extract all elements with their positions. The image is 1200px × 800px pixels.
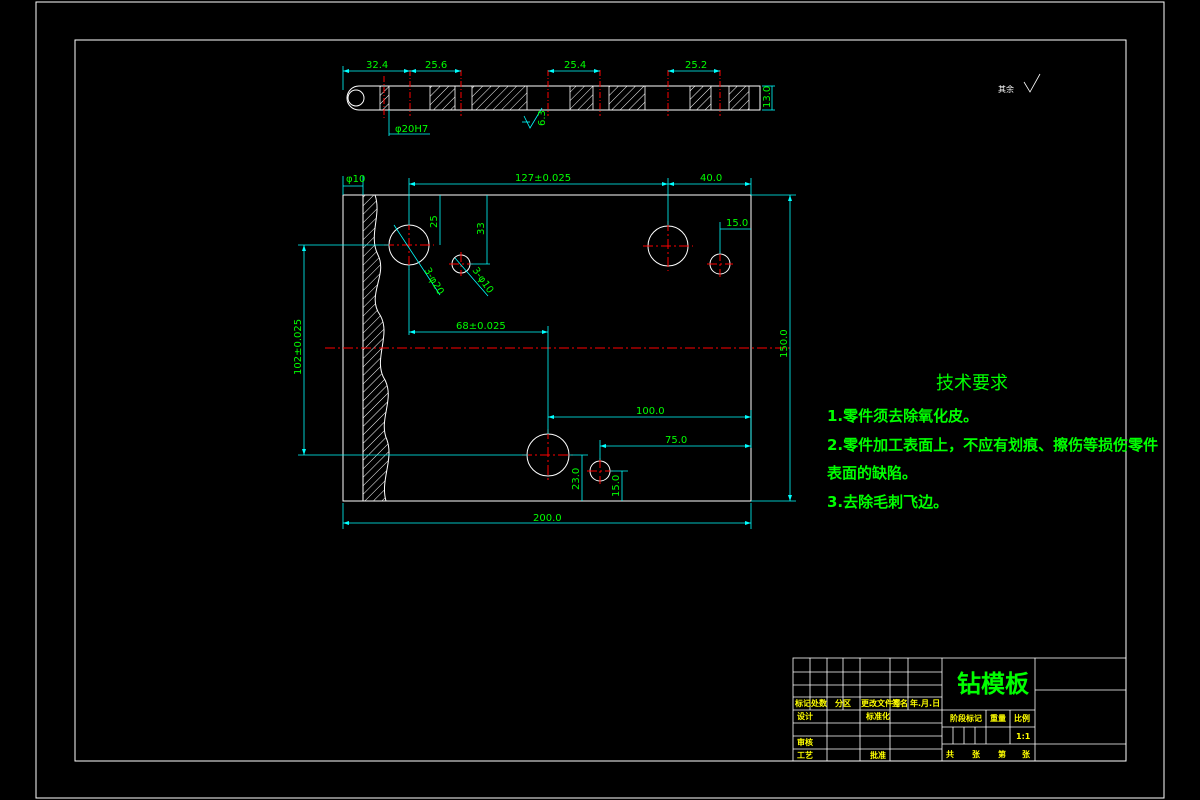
tb-header-0: 标记 (794, 698, 811, 708)
front-view (298, 176, 796, 529)
tb-stage-label: 阶段标记 (950, 713, 982, 723)
dim-phi20h7: φ20H7 (395, 124, 428, 135)
tb-sheet-no-unit: 张 (1022, 750, 1031, 759)
tb-role-standard: 标准化 (865, 711, 890, 721)
drawing-sheet: 32.4 25.6 25.4 25.2 13.0 φ20H7 6.3 φ10 1… (35, 1, 1165, 799)
tech-req-line-1: 1.零件须去除氧化皮。 (827, 407, 978, 425)
dim-15-top: 15.0 (726, 218, 748, 229)
dim-25: 25 (429, 215, 440, 228)
tb-header-5: 年.月.日 (910, 698, 940, 708)
dim-68: 68±0.025 (456, 321, 506, 332)
dim-200: 200.0 (533, 513, 562, 524)
tb-scale-label: 比例 (1014, 713, 1030, 723)
tech-req-title: 技术要求 (936, 373, 1008, 394)
dim-25-6: 25.6 (425, 60, 447, 71)
tech-req-line-2: 2.零件加工表面上，不应有划痕、擦伤等损伤零件 (827, 436, 1158, 454)
surface-finish-note (1023, 73, 1041, 93)
dim-3-phi10: 3-φ10 (470, 265, 496, 295)
dim-25-4: 25.4 (564, 60, 586, 71)
dim-127: 127±0.025 (515, 173, 571, 184)
dim-33: 33 (476, 222, 487, 235)
dim-25-2: 25.2 (685, 60, 707, 71)
roughness-value: 6.3 (537, 110, 548, 126)
tb-scale-value: 1:1 (1016, 732, 1031, 741)
tb-header-1: 处数 (810, 698, 828, 708)
tb-role-process: 工艺 (797, 750, 813, 760)
tech-req-line-3: 表面的缺陷。 (827, 464, 917, 482)
dim-phi10: φ10 (346, 174, 365, 185)
dim-75: 75.0 (665, 435, 687, 446)
dim-102: 102±0.025 (293, 319, 304, 375)
dim-100: 100.0 (636, 406, 665, 417)
dim-150: 150.0 (779, 329, 790, 358)
tb-header-2: 分区 (835, 698, 851, 708)
tb-sheet-total-unit: 张 (972, 750, 981, 759)
tb-role-approve: 批准 (870, 750, 886, 760)
dim-3-phi20: 3-φ20 (421, 266, 445, 297)
surface-note-label: 其余 (998, 84, 1014, 94)
tb-role-design: 设计 (797, 711, 813, 721)
inner-border (74, 39, 1127, 762)
dim-23: 23.0 (571, 468, 582, 490)
tb-sheet-total-label: 共 (946, 749, 954, 759)
tech-req-line-4: 3.去除毛刺飞边。 (827, 493, 948, 511)
tb-role-review: 审核 (797, 737, 813, 747)
part-name: 钻模板 (957, 670, 1030, 698)
tb-sheet-no-label: 第 (998, 749, 1006, 759)
dim-32-4: 32.4 (366, 60, 388, 71)
dim-40: 40.0 (700, 173, 722, 184)
tb-header-4: 签名 (891, 698, 908, 708)
dim-15-bottom: 15.0 (611, 475, 622, 497)
dim-13-0: 13.0 (762, 86, 773, 108)
tb-weight-label: 重量 (990, 713, 1006, 723)
